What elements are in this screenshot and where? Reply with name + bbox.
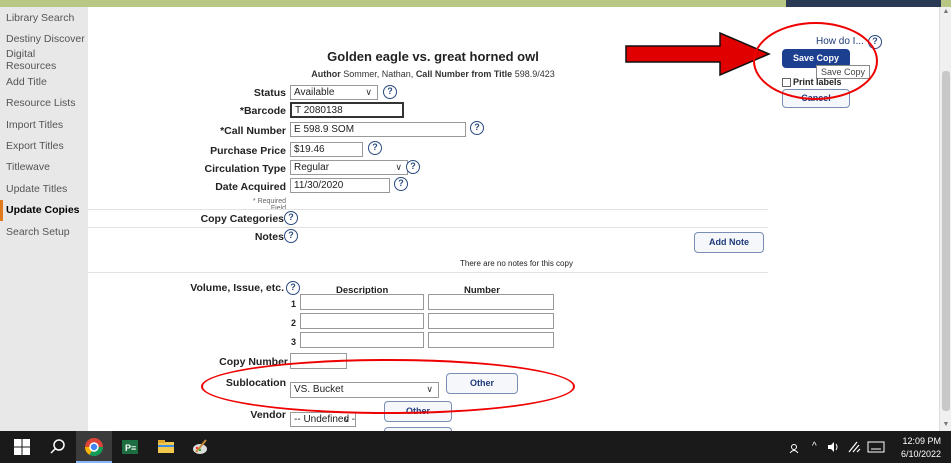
circulation-type-help-icon[interactable]: ? xyxy=(406,160,420,174)
barcode-value: T 2080138 xyxy=(295,105,343,116)
call-number-title-value: 598.9/423 xyxy=(514,69,555,79)
volume-issue-help-icon[interactable]: ? xyxy=(286,281,300,295)
save-copy-highlight-circle xyxy=(753,22,878,100)
sublocation-highlight-ellipse xyxy=(201,359,575,414)
date-acquired-input[interactable]: 11/30/2020 xyxy=(290,178,390,193)
volume-description-input[interactable] xyxy=(300,332,424,348)
volume-row-number: 3 xyxy=(290,337,296,347)
status-value: Available xyxy=(294,87,335,98)
divider xyxy=(88,209,768,210)
file-explorer-icon[interactable] xyxy=(156,437,176,457)
copy-categories-label: Copy Categories xyxy=(200,213,284,225)
status-select[interactable]: Available xyxy=(290,85,378,100)
sidebar-item-update-titles[interactable]: Update Titles xyxy=(0,178,88,199)
people-icon[interactable] xyxy=(788,439,802,455)
add-note-button[interactable]: Add Note xyxy=(694,232,764,253)
top-banner-dark xyxy=(786,0,941,7)
chevron-up-icon[interactable]: ^ xyxy=(812,441,817,452)
volume-number-input[interactable] xyxy=(428,332,554,348)
search-icon[interactable] xyxy=(48,437,68,457)
page: Library Search Destiny Discover Digital … xyxy=(0,0,951,463)
volume-row-number: 1 xyxy=(290,299,296,309)
sidebar-item-resource-lists[interactable]: Resource Lists xyxy=(0,93,88,114)
call-number-input[interactable]: E 598.9 SOM xyxy=(290,122,466,137)
notes-help-icon[interactable]: ? xyxy=(284,229,298,243)
date-acquired-help-icon[interactable]: ? xyxy=(394,177,408,191)
date-acquired-label: Date Acquired xyxy=(215,181,286,193)
sidebar-item-digital-resources[interactable]: Digital Resources xyxy=(0,48,88,72)
windows-start-icon[interactable] xyxy=(12,437,32,457)
sidebar-item-update-copies[interactable]: Update Copies xyxy=(0,199,88,221)
volume-row-number: 2 xyxy=(290,318,296,328)
purchase-price-input[interactable]: $19.46 xyxy=(290,142,363,157)
vendor-label: Vendor xyxy=(250,409,286,421)
sidebar-item-add-title[interactable]: Add Title xyxy=(0,71,88,92)
taskbar: P≡ ^ 12:09 PM 6/10/2022 xyxy=(0,431,951,463)
copy-categories-help-icon[interactable]: ? xyxy=(284,211,298,225)
scroll-up-icon[interactable]: ▲ xyxy=(942,8,950,16)
red-arrow-annotation xyxy=(625,31,771,77)
call-number-title-label: Call Number from Title xyxy=(415,69,513,79)
vendor-value: -- Undefined -- xyxy=(294,414,356,425)
sidebar-item-import-titles[interactable]: Import Titles xyxy=(0,114,88,135)
chrome-icon[interactable] xyxy=(84,437,104,457)
scroll-down-icon[interactable]: ▼ xyxy=(942,421,950,429)
divider xyxy=(88,272,768,273)
volume-number-input[interactable] xyxy=(428,294,554,310)
main-content: Golden eagle vs. great horned owl Author… xyxy=(88,7,939,431)
barcode-input[interactable]: T 2080138 xyxy=(290,102,404,118)
sidebar: Library Search Destiny Discover Digital … xyxy=(0,7,88,431)
clock-date[interactable]: 6/10/2022 xyxy=(895,449,941,459)
purchase-price-label: Purchase Price xyxy=(210,145,286,157)
circulation-type-value: Regular xyxy=(294,162,330,173)
paint-icon[interactable] xyxy=(190,437,210,457)
barcode-label: *Barcode xyxy=(239,105,286,117)
call-number-value: E 598.9 SOM xyxy=(294,124,355,135)
purchase-price-value: $19.46 xyxy=(294,144,325,155)
sidebar-item-search-setup[interactable]: Search Setup xyxy=(0,221,88,242)
circulation-type-label: Circulation Type xyxy=(204,163,286,175)
volume-issue-label: Volume, Issue, etc. xyxy=(190,282,284,294)
vertical-scrollbar[interactable]: ▲ ▼ xyxy=(939,7,951,431)
sidebar-item-titlewave[interactable]: Titlewave xyxy=(0,157,88,178)
no-notes-text: There are no notes for this copy xyxy=(460,259,573,268)
excel-icon[interactable]: P≡ xyxy=(120,437,140,457)
author-label: Author xyxy=(311,69,341,79)
volume-description-input[interactable] xyxy=(300,313,424,329)
status-label: Status xyxy=(253,87,286,99)
volume-description-input[interactable] xyxy=(300,294,424,310)
notes-label: Notes xyxy=(254,231,284,243)
author-value: Sommer, Nathan, xyxy=(343,69,414,79)
wifi-icon[interactable] xyxy=(847,440,861,454)
sidebar-item-library-search[interactable]: Library Search xyxy=(0,7,88,28)
svg-text:P≡: P≡ xyxy=(125,443,136,453)
top-banner xyxy=(0,0,951,7)
sidebar-item-destiny-discover[interactable]: Destiny Discover xyxy=(0,28,88,49)
clock-time[interactable]: 12:09 PM xyxy=(895,436,941,446)
keyboard-icon[interactable] xyxy=(867,441,885,453)
scroll-thumb[interactable] xyxy=(942,71,950,411)
call-number-label: *Call Number xyxy=(220,125,286,137)
date-acquired-value: 11/30/2020 xyxy=(294,180,344,191)
volume-icon[interactable] xyxy=(827,440,841,454)
circulation-type-select[interactable]: Regular xyxy=(290,160,408,175)
volume-number-input[interactable] xyxy=(428,313,554,329)
vendor-select[interactable]: -- Undefined -- xyxy=(290,412,356,427)
purchase-price-help-icon[interactable]: ? xyxy=(368,141,382,155)
divider xyxy=(88,227,768,228)
call-number-help-icon[interactable]: ? xyxy=(470,121,484,135)
status-help-icon[interactable]: ? xyxy=(383,85,397,99)
sidebar-item-export-titles[interactable]: Export Titles xyxy=(0,135,88,156)
